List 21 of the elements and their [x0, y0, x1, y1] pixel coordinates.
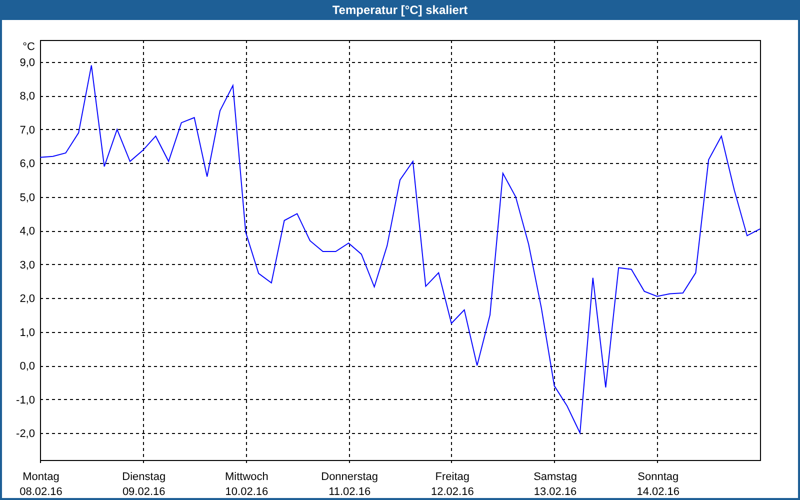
- y-axis-label: -1,0: [16, 394, 35, 406]
- y-axis-label: 2,0: [20, 293, 35, 306]
- x-axis-label: Dienstag 09.02.16: [122, 471, 166, 498]
- y-axis-label: 9,0: [20, 56, 35, 69]
- y-axis-label: 5,0: [20, 192, 35, 204]
- unit-label: °C: [22, 41, 35, 53]
- y-axis-label: -2,0: [16, 428, 35, 440]
- x-axis-label: Freitag 12.02.16: [431, 471, 474, 498]
- y-axis-label: 1,0: [20, 326, 35, 339]
- x-axis-label: Sonntag 14.02.16: [636, 471, 680, 498]
- y-axis-label: 7,0: [20, 124, 35, 136]
- y-axis-label: 6,0: [20, 158, 35, 170]
- window-title: Temperatur [°C] skaliert: [0, 0, 800, 20]
- y-axis-label: 8,0: [20, 90, 35, 103]
- x-axis-label: Montag 08.02.16: [20, 471, 62, 498]
- x-axis-label: Donnerstag 11.02.16: [321, 471, 378, 498]
- y-axis-label: 3,0: [20, 259, 35, 272]
- x-axis-label: Samstag 13.02.16: [534, 471, 577, 498]
- y-axis-label: 4,0: [20, 226, 35, 238]
- y-axis-label: 0,0: [20, 360, 35, 373]
- x-axis-label: Mittwoch 10.02.16: [225, 471, 268, 498]
